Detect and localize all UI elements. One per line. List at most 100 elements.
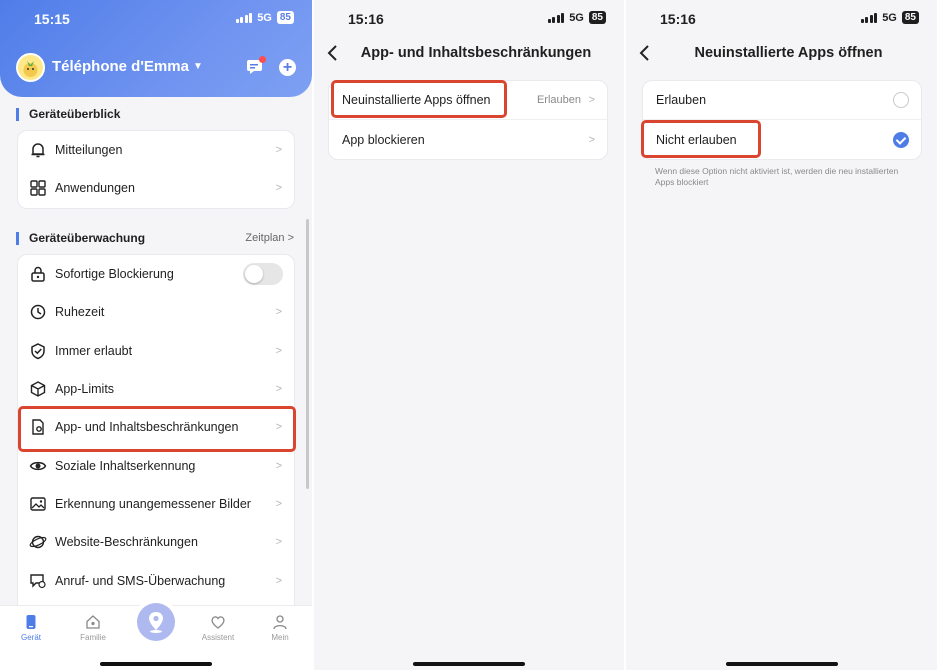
list-item-social-content[interactable]: Soziale Inhaltserkennung >: [18, 446, 294, 484]
list-item-label: Soziale Inhaltserkennung: [55, 458, 196, 473]
list-item-applications[interactable]: Anwendungen >: [18, 169, 294, 207]
status-bar: 15:15 5G 85: [0, 0, 312, 36]
bell-icon: [31, 143, 45, 158]
list-item-label: Immer erlaubt: [55, 343, 133, 358]
cube-icon: [30, 381, 46, 397]
tab-device[interactable]: Gerät: [6, 614, 56, 642]
list-item-label: Neuinstallierte Apps öffnen: [342, 93, 491, 107]
home-indicator: [413, 662, 525, 666]
lock-icon: [31, 266, 45, 282]
avatar[interactable]: [16, 53, 45, 82]
list-item-label: App blockieren: [342, 132, 425, 147]
chevron-right-icon: >: [275, 536, 282, 549]
person-icon: [273, 615, 287, 630]
device-name: Téléphone d'Emma: [52, 58, 189, 75]
chevron-right-icon: >: [275, 383, 282, 396]
eye-icon: [29, 461, 47, 470]
chevron-right-icon: >: [588, 133, 595, 146]
chevron-right-icon: >: [588, 94, 595, 106]
tab-label: Familie: [80, 633, 106, 642]
list-item-downtime[interactable]: Ruhezeit >: [18, 293, 294, 331]
list-item-label: App- und Inhaltsbeschränkungen: [55, 420, 239, 435]
tab-label: Assistent: [201, 633, 235, 642]
network-label: 5G: [882, 11, 897, 24]
battery-icon: 85: [276, 11, 294, 24]
chevron-right-icon: >: [275, 144, 282, 157]
tab-me[interactable]: Mein: [255, 614, 305, 642]
list-item-website-restrictions[interactable]: Website-Beschränkungen >: [18, 523, 294, 561]
signal-icon: [547, 12, 565, 23]
chevron-right-icon: >: [275, 306, 282, 319]
check-shield-icon: [31, 342, 45, 360]
chevron-right-icon: >: [275, 182, 282, 195]
battery-icon: 85: [588, 11, 606, 24]
schedule-link[interactable]: Zeitplan >: [245, 232, 294, 244]
option-label: Erlauben: [656, 93, 707, 107]
network-label: 5G: [569, 11, 584, 24]
list-item-notifications[interactable]: Mitteilungen >: [18, 131, 294, 169]
option-label: Nicht erlauben: [656, 132, 737, 147]
list-item-value: Erlauben: [536, 94, 581, 106]
home-indicator: [726, 662, 838, 666]
option-note: Wenn diese Option nicht aktiviert ist, w…: [655, 166, 899, 187]
list-item-always-allowed[interactable]: Immer erlaubt >: [18, 332, 294, 370]
device-selector[interactable]: Téléphone d'Emma ▼: [52, 58, 203, 75]
location-button[interactable]: [137, 603, 175, 641]
chevron-right-icon: >: [275, 497, 282, 510]
tab-assistant[interactable]: Assistent: [193, 614, 243, 642]
list-item-block-apps[interactable]: App blockieren >: [329, 120, 607, 159]
list-item-instant-block: Sofortige Blockierung: [18, 255, 294, 293]
screen-new-apps: 15:16 5G 85 Neuinstallierte Apps öffnen …: [626, 0, 937, 670]
status-bar: 15:16 5G 85: [314, 0, 624, 36]
signal-icon: [860, 12, 878, 23]
schedule-label: Zeitplan: [245, 232, 285, 244]
scrollbar[interactable]: [306, 219, 309, 489]
location-pin-icon: [149, 612, 163, 633]
list-item-label: Sofortige Blockierung: [55, 267, 174, 282]
chevron-right-icon: >: [275, 459, 282, 472]
list-item-label: Ruhezeit: [55, 305, 105, 320]
monitoring-card: Sofortige Blockierung Ruhezeit > Immer e…: [17, 254, 295, 614]
list-item-app-limits[interactable]: App-Limits >: [18, 370, 294, 408]
caret-down-icon: ▼: [192, 61, 203, 72]
list-item-image-detection[interactable]: Erkennung unangemessener Bilder >: [18, 485, 294, 523]
tab-family[interactable]: Familie: [68, 614, 118, 642]
image-icon: [30, 497, 46, 511]
tab-label: Gerät: [20, 633, 41, 642]
list-item-call-sms[interactable]: Anruf- und SMS-Überwachung >: [18, 561, 294, 599]
battery-icon: 85: [901, 11, 919, 24]
radio-allow[interactable]: [893, 92, 909, 108]
notification-dot: [259, 56, 266, 63]
tab-label: Mein: [271, 633, 289, 642]
options-card: Erlauben Nicht erlauben: [642, 80, 922, 160]
screen-device-overview: 15:15 5G 85 Téléphone d'Emma ▼ + Geräteü…: [0, 0, 312, 670]
list-item-content-restrictions[interactable]: App- und Inhaltsbeschränkungen >: [18, 408, 294, 446]
grid-icon: [30, 180, 46, 197]
planet-icon: [29, 536, 47, 549]
status-time: 15:15: [34, 11, 70, 27]
network-label: 5G: [257, 11, 272, 24]
page-title: Neuinstallierte Apps öffnen: [694, 45, 883, 61]
list-item-label: Mitteilungen: [55, 143, 123, 158]
status-time: 15:16: [348, 11, 384, 27]
list-item-label: Website-Beschränkungen: [55, 535, 198, 550]
option-allow[interactable]: Erlauben: [643, 81, 921, 120]
screen-content-restrictions: 15:16 5G 85 App- und Inhaltsbeschränkung…: [314, 0, 624, 670]
radio-disallow-checked-icon[interactable]: [893, 131, 909, 148]
chevron-right-icon: >: [275, 574, 282, 587]
signal-icon: [235, 12, 253, 23]
instant-block-toggle[interactable]: [243, 263, 283, 286]
list-item-label: Anwendungen: [55, 181, 135, 196]
chat-icon: [30, 573, 46, 588]
settings-page-icon: [32, 419, 44, 436]
add-device-button[interactable]: +: [279, 59, 296, 76]
list-item-new-apps[interactable]: Neuinstallierte Apps öffnen Erlauben >: [329, 81, 607, 120]
house-icon: [86, 615, 100, 629]
chevron-right-icon: >: [275, 344, 282, 357]
option-disallow[interactable]: Nicht erlauben: [643, 120, 921, 159]
list-item-label: Anruf- und SMS-Überwachung: [55, 573, 226, 588]
section-title-overview: Geräteüberblick: [16, 108, 120, 121]
status-time: 15:16: [660, 11, 696, 27]
phone-icon: [26, 615, 36, 629]
list-item-label: App-Limits: [55, 382, 115, 397]
